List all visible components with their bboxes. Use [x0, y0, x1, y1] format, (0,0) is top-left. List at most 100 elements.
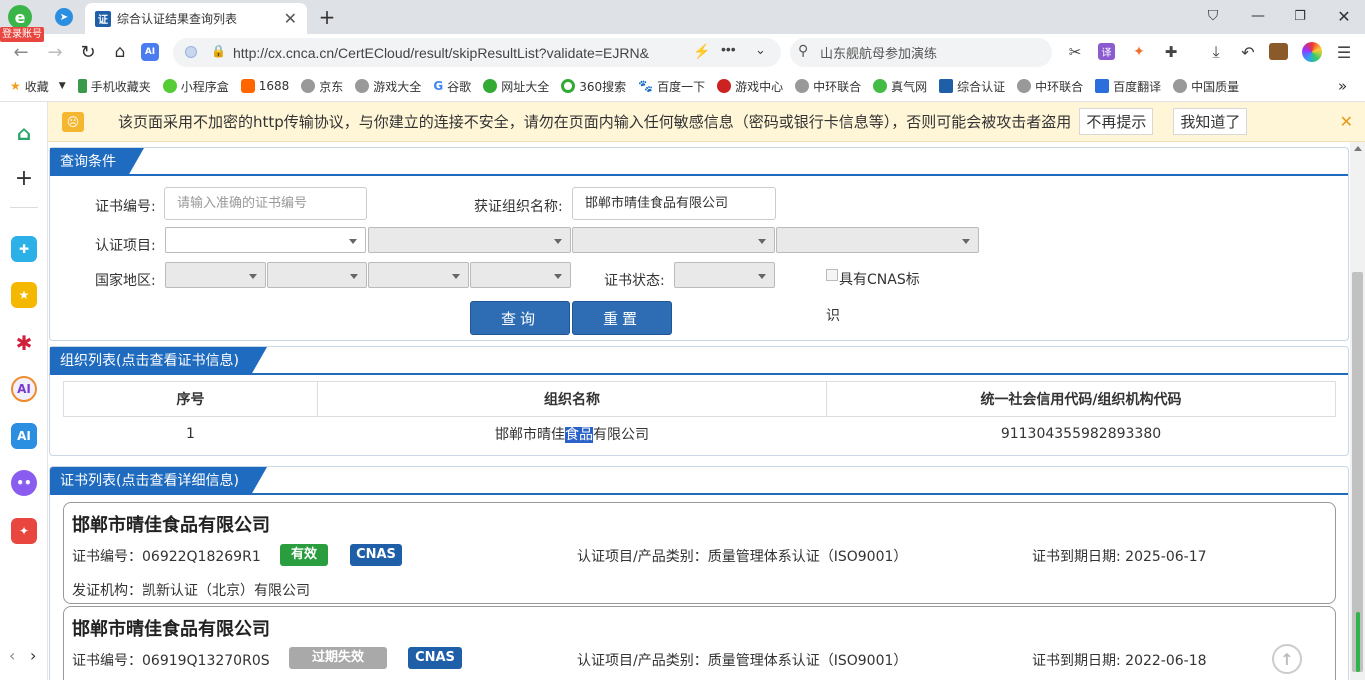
bookmark-item[interactable]: 京东 — [301, 78, 343, 95]
org-name-label: 获证组织名称: — [474, 199, 563, 215]
undo-icon[interactable]: ↶ — [1238, 42, 1258, 62]
scissors-icon[interactable]: ✂ — [1065, 42, 1085, 62]
search-box[interactable]: ⚲ 山东舰航母参加演练 — [790, 38, 1052, 67]
bookmark-item[interactable]: 游戏大全 — [355, 78, 421, 95]
project-select-1[interactable] — [165, 227, 366, 253]
1688-icon — [240, 79, 255, 93]
shirt-icon[interactable]: ⛉ — [1203, 6, 1223, 26]
query-panel-title: 查询条件 — [50, 148, 144, 176]
bookmark-item[interactable]: 1688 — [240, 79, 289, 93]
minimize-icon[interactable]: — — [1248, 6, 1268, 26]
gamepad-icon[interactable]: ✦ — [11, 518, 37, 544]
cert-list-panel: 证书列表(点击查看详细信息) 邯郸市晴佳食品有限公司 证书编号：06922Q18… — [49, 466, 1349, 680]
close-warning-icon[interactable]: ✕ — [1340, 112, 1353, 131]
home-icon[interactable]: ⌂ — [109, 41, 131, 63]
cert-org-name: 邯郸市晴佳食品有限公司 — [72, 619, 270, 640]
game-icon[interactable]: ✦ — [1129, 42, 1149, 62]
360-icon — [561, 79, 576, 93]
colorful-app-icon[interactable] — [1302, 42, 1322, 62]
forward-icon[interactable]: → — [44, 41, 66, 63]
table-header-row: 序号 组织名称 统一社会信用代码/组织机构代码 — [63, 381, 1336, 417]
row-org-name[interactable]: 邯郸市晴佳食品有限公司 — [318, 417, 827, 452]
close-window-icon[interactable]: ✕ — [1334, 6, 1354, 26]
bookmark-item[interactable]: 小程序盒 — [162, 78, 229, 95]
dropdown-icon[interactable]: ⌄ — [755, 42, 766, 58]
back-icon[interactable]: ← — [10, 41, 32, 63]
cert-issuer: 发证机构：凯新认证（北京）有限公司 — [72, 583, 310, 599]
bookmark-item[interactable]: 真气网 — [873, 78, 927, 95]
cert-no-input[interactable]: 请输入准确的证书编号 — [164, 187, 367, 220]
scroll-progress-indicator — [1356, 612, 1360, 672]
telegram-icon[interactable]: ➤ — [55, 8, 73, 26]
region-select-4[interactable] — [470, 262, 571, 288]
bookmark-item[interactable]: 综合认证 — [939, 78, 1005, 95]
address-bar[interactable]: 🔒 http://cx.cnca.cn/CertECloud/result/sk… — [173, 38, 781, 67]
more-icon[interactable]: ••• — [721, 41, 736, 57]
cert-card[interactable]: 邯郸市晴佳食品有限公司 证书编号：06922Q18269R1 有效 CNAS 认… — [63, 502, 1336, 604]
ai-icon[interactable]: AI — [141, 43, 159, 61]
cert-project: 认证项目/产品类别：质量管理体系认证（ISO9001） — [577, 653, 908, 669]
extensions-icon[interactable]: ✚ — [1161, 42, 1181, 62]
back-to-top-icon[interactable]: ↑ — [1272, 644, 1302, 674]
lightning-icon[interactable]: ⚡ — [693, 43, 710, 60]
bookmark-item[interactable]: 手机收藏夹 — [77, 78, 151, 95]
menu-icon[interactable]: ☰ — [1334, 42, 1354, 62]
page-scrollbar[interactable] — [1350, 142, 1365, 680]
bookmark-item[interactable]: 中环联合 — [1017, 78, 1083, 95]
chevron-down-icon: ▼ — [58, 81, 66, 91]
cert-card[interactable]: 邯郸市晴佳食品有限公司 证书编号：06919Q13270R0S 过期失效 CNA… — [63, 606, 1336, 680]
cnas-label: 具有CNAS标 — [839, 272, 920, 288]
plugin-icon[interactable]: ✚ — [11, 236, 37, 262]
scroll-up-arrow[interactable] — [1354, 146, 1362, 151]
bookmark-item[interactable]: G 谷歌 — [433, 78, 471, 95]
reset-button[interactable]: 重置 — [572, 301, 672, 335]
cnas-checkbox[interactable] — [826, 269, 838, 281]
translate-icon[interactable]: 译 — [1098, 43, 1115, 60]
download-icon[interactable]: ⤓ — [1206, 42, 1226, 62]
project-select-3[interactable] — [572, 227, 775, 253]
bookmark-item[interactable]: 中国质量 — [1173, 78, 1239, 95]
network-icon[interactable]: ✱ — [11, 330, 37, 356]
bookmark-item[interactable]: 网址大全 — [483, 78, 549, 95]
tab-active[interactable]: 证 综合认证结果查询列表 ✕ — [85, 3, 307, 34]
bookmark-item[interactable]: 百度翻译 — [1095, 78, 1161, 95]
cert-number: 证书编号：06922Q18269R1 — [72, 549, 261, 565]
tab-close-icon[interactable]: ✕ — [284, 9, 297, 28]
bookmark-item[interactable]: 游戏中心 — [717, 78, 783, 95]
favorites-icon[interactable]: ★ — [11, 282, 37, 308]
sidebar-back-icon[interactable]: ‹ — [9, 646, 15, 665]
page-info-icon[interactable] — [185, 46, 197, 58]
home-icon[interactable]: ⌂ — [11, 120, 37, 146]
new-tab-icon[interactable]: + — [316, 5, 338, 29]
star-icon: ★ — [10, 79, 21, 93]
ai-icon[interactable]: AI — [11, 423, 37, 449]
dismiss-warning-button[interactable]: 不再提示 — [1079, 108, 1154, 135]
ai-assistant-icon[interactable]: AI — [11, 376, 37, 402]
org-name-input[interactable]: 邯郸市晴佳食品有限公司 — [572, 187, 776, 220]
region-select-3[interactable] — [368, 262, 469, 288]
bookmark-item[interactable]: 360搜索 — [561, 78, 626, 95]
table-row[interactable]: 1 邯郸市晴佳食品有限公司 911304355982893380 — [64, 417, 1336, 452]
status-select[interactable] — [674, 262, 775, 288]
add-icon[interactable]: + — [11, 165, 37, 191]
chat-icon[interactable]: •• — [11, 470, 37, 496]
cnas-badge: CNAS — [350, 544, 402, 566]
project-select-2[interactable] — [368, 227, 571, 253]
reload-icon[interactable]: ↻ — [77, 41, 99, 63]
login-badge[interactable]: 登录账号 — [0, 27, 44, 42]
region-select-1[interactable] — [165, 262, 266, 288]
acknowledge-button[interactable]: 我知道了 — [1173, 108, 1248, 135]
restore-icon[interactable]: ❐ — [1290, 6, 1310, 26]
bookmark-favorites[interactable]: ★ 收藏 ▼ — [10, 78, 66, 95]
bookmarks-overflow-icon[interactable]: » — [1338, 77, 1347, 95]
project-select-4[interactable] — [776, 227, 979, 253]
bookmark-item[interactable]: 🐾 百度一下 — [638, 78, 705, 95]
cert-number: 证书编号：06919Q13270R0S — [72, 653, 270, 669]
region-select-2[interactable] — [267, 262, 367, 288]
browser-logo-icon[interactable]: e — [8, 5, 32, 29]
insecure-lock-icon[interactable]: 🔒 — [211, 44, 226, 58]
sidebar-forward-icon[interactable]: › — [30, 646, 36, 665]
wallet-icon[interactable] — [1269, 43, 1288, 60]
query-button[interactable]: 查询 — [470, 301, 570, 335]
bookmark-item[interactable]: 中环联合 — [795, 78, 861, 95]
